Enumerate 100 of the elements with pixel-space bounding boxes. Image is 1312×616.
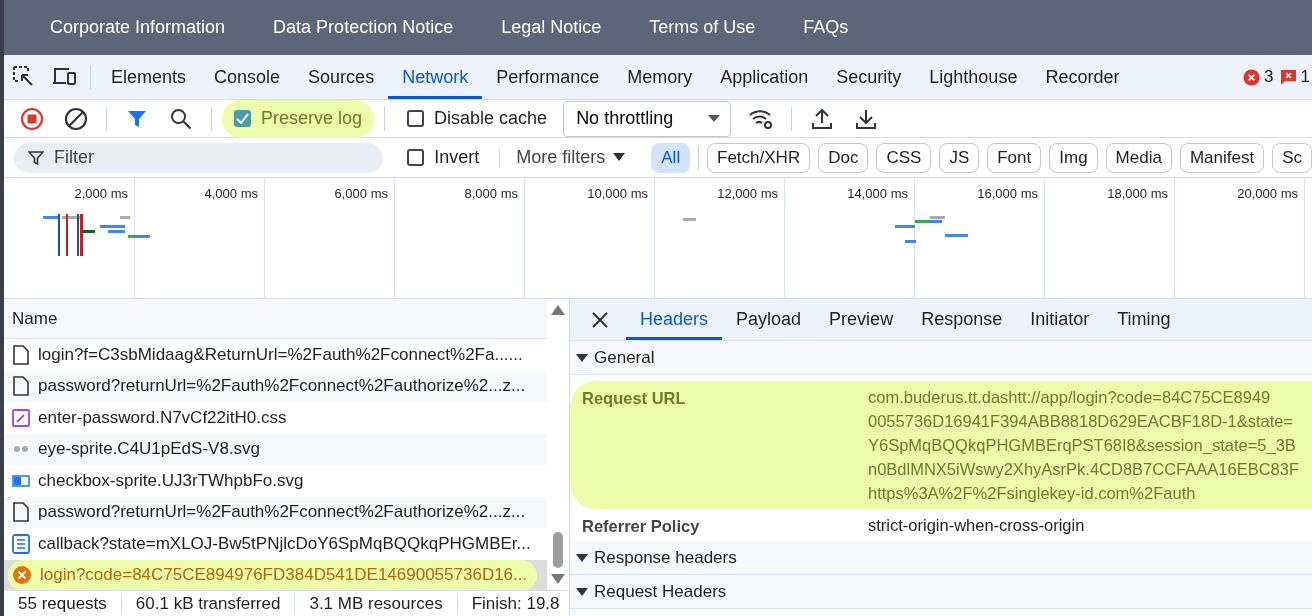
header-value: Y6SpMqBQQkqPHGMBErqPST68I8&session_state=5_3B [868, 435, 1297, 456]
request-name: password?returnUrl=%2Fauth%2Fconnect%2Fauthorize%2...z... [38, 502, 526, 523]
caret-icon [613, 153, 626, 162]
detail-tab[interactable]: Payload [722, 299, 816, 340]
caret-icon[interactable] [576, 552, 588, 563]
type-filter-chip[interactable]: Sc [1272, 142, 1312, 173]
type-filter-chip[interactable]: JS [939, 142, 980, 173]
download-icon[interactable] [855, 107, 878, 130]
device-icon[interactable] [52, 66, 76, 88]
clear-icon[interactable] [64, 106, 88, 131]
header-value: https%3A%2F%2Fsinglekey-id.com%2Fauth [868, 483, 1197, 504]
time-tick: 8,000 ms [464, 186, 518, 201]
issue-count[interactable]: 1 [1300, 67, 1310, 87]
devtools-tab[interactable]: Network [388, 55, 483, 99]
header-value: strict-origin-when-cross-origin [868, 515, 1085, 536]
type-filter-chip[interactable]: Doc [818, 142, 869, 173]
devtools-tab[interactable]: Memory [613, 55, 707, 99]
devtools-tab[interactable]: Application [706, 55, 823, 99]
message-icon [1279, 68, 1297, 86]
document-icon [12, 533, 30, 554]
time-tick: 12,000 ms [717, 186, 778, 201]
status-text: 55 requests [4, 593, 122, 614]
error-icon [12, 565, 32, 586]
request-row[interactable]: login?code=84C75CE894976FD384D541DE14690055736D16... [4, 559, 547, 591]
footer-link[interactable]: Legal Notice [501, 17, 602, 38]
invert-checkbox[interactable]: Invert [395, 138, 492, 177]
request-row[interactable]: password?returnUrl=%2Fauth%2Fconnect%2Fauthorize%2...z... [4, 370, 547, 402]
request-name: login?f=C3sbMidaag&ReturnUrl=%2Fauth%2Fconnect%2Fa...... [38, 344, 523, 365]
column-header[interactable]: Name [12, 308, 58, 329]
request-name: enter-password.N7vCf22itH0.css [38, 407, 287, 428]
filter-icon [28, 149, 44, 166]
disable-cache-checkbox[interactable]: Disable cache [395, 99, 560, 138]
devtools-tab[interactable]: Lighthouse [915, 55, 1032, 99]
caret-icon [708, 114, 721, 123]
request-name: callback?state=mXLOJ-Bw5tPNjlcDoY6SpMqBQQkqPHGMBEr... [38, 533, 531, 554]
more-filters-dropdown[interactable]: More filters [499, 147, 644, 168]
filter-field[interactable]: Filter [14, 142, 384, 173]
request-row[interactable]: password?returnUrl=%2Fauth%2Fconnect%2Fauthorize%2...z... [4, 496, 547, 528]
issue-count[interactable]: 3 [1264, 67, 1274, 87]
request-name: login?code=84C75CE894976FD384D541DE14690055736D16... [40, 565, 528, 586]
devtools-tab[interactable]: Elements [97, 55, 201, 99]
upload-icon[interactable] [811, 107, 834, 130]
caret-icon[interactable] [576, 586, 588, 597]
document-icon [12, 344, 30, 365]
devtools-tab[interactable]: Sources [294, 55, 389, 99]
document-icon [12, 376, 30, 397]
caret-icon[interactable] [576, 352, 588, 363]
time-tick: 14,000 ms [847, 186, 908, 201]
preserve-log-checkbox[interactable]: Preserve log [222, 99, 375, 138]
request-name: eye-sprite.C4U1pEdS-V8.svg [38, 439, 261, 460]
scroll-down-icon[interactable] [551, 574, 565, 584]
devtools-tab[interactable]: Console [200, 55, 295, 99]
devtools-tab[interactable]: Performance [482, 55, 614, 99]
header-value: 0055736D16941F394ABB8818D629EACBF18D-1&state= [868, 411, 1295, 432]
filter-placeholder: Filter [54, 147, 94, 168]
devtools-tab[interactable]: Recorder [1031, 55, 1134, 99]
record-icon[interactable] [20, 106, 44, 131]
type-filter-chip[interactable]: Fetch/XHR [707, 142, 811, 173]
time-tick: 18,000 ms [1107, 186, 1168, 201]
type-filter-chip[interactable]: CSS [876, 142, 932, 173]
filter-icon[interactable] [127, 108, 147, 129]
time-tick: 20,000 ms [1237, 186, 1298, 201]
status-text: 3.1 MB resources [295, 593, 458, 614]
request-name: checkbox-sprite.UJ3rTWhpbFo.svg [38, 470, 304, 491]
network-settings-icon[interactable] [748, 107, 775, 130]
detail-tab[interactable]: Initiator [1016, 299, 1104, 340]
status-text: 60.1 kB transferred [121, 593, 296, 614]
header-value: n0BdlMNX5iWswy2XhyAsrPk.4CD8B7CCFAAA16EBC83F [868, 459, 1299, 480]
throttling-dropdown[interactable]: No throttling [563, 100, 732, 137]
type-filter-chip[interactable]: Manifest [1179, 142, 1265, 173]
section-title[interactable]: Response headers [594, 547, 737, 568]
type-filter-chip[interactable]: Font [987, 142, 1042, 173]
time-tick: 4,000 ms [204, 186, 258, 201]
section-title[interactable]: General [594, 347, 655, 368]
footer-link[interactable]: Terms of Use [649, 17, 756, 38]
error-icon [1243, 68, 1261, 86]
document-icon [12, 502, 30, 523]
type-filter-chip[interactable]: Media [1105, 142, 1172, 173]
detail-tab[interactable]: Timing [1103, 299, 1185, 340]
header-value: com.buderus.tt.dashtt://app/login?code=84C75CE8949 [868, 387, 1272, 408]
devtools-tab[interactable]: Security [822, 55, 916, 99]
time-tick: 2,000 ms [74, 186, 128, 201]
image-icon [12, 444, 30, 455]
close-icon[interactable] [592, 311, 608, 328]
footer-link[interactable]: Corporate Information [50, 17, 226, 38]
section-title[interactable]: Request Headers [594, 581, 727, 602]
detail-tab[interactable]: Response [907, 299, 1017, 340]
request-name: password?returnUrl=%2Fauth%2Fconnect%2Fauthorize%2...z... [38, 376, 526, 397]
type-filter-chip[interactable]: All [651, 142, 691, 173]
scroll-up-icon[interactable] [551, 305, 565, 315]
request-row[interactable]: eye-sprite.C4U1pEdS-V8.svg [4, 433, 547, 465]
type-filter-chip[interactable]: Img [1049, 142, 1098, 173]
footer-link[interactable]: FAQs [803, 17, 849, 38]
time-tick: 6,000 ms [334, 186, 388, 201]
search-icon[interactable] [170, 107, 192, 130]
detail-tab[interactable]: Preview [815, 299, 908, 340]
image-icon [12, 474, 30, 487]
footer-link[interactable]: Data Protection Notice [273, 17, 454, 38]
scrollbar-thumb[interactable] [553, 532, 563, 568]
time-tick: 10,000 ms [587, 186, 648, 201]
